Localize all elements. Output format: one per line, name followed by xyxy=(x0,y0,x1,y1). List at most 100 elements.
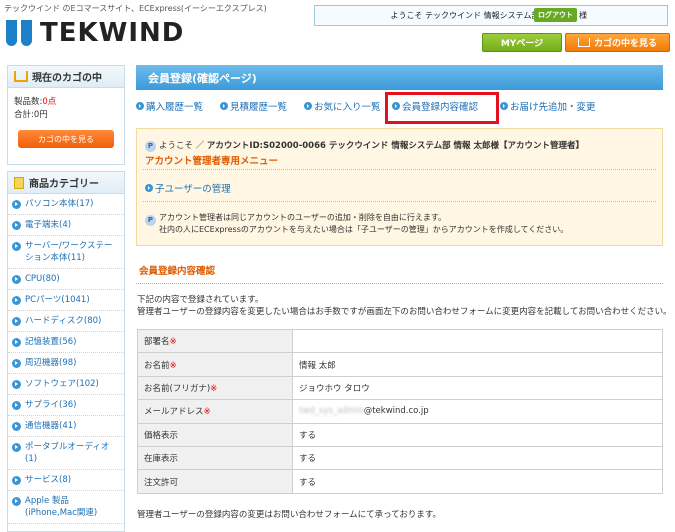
nav-delivery[interactable]: お届け先追加・変更 xyxy=(500,99,596,113)
category-item[interactable]: ハードディスク(80) xyxy=(8,311,124,332)
arrow-bullet-icon xyxy=(12,199,21,209)
arrow-bullet-icon xyxy=(12,358,21,368)
sidebar-cart-panel: 現在のカゴの中 製品数:0点 合計:0円 カゴの中を見る xyxy=(7,65,125,165)
category-item[interactable]: サービス(8) xyxy=(8,470,124,491)
logo-mark-icon xyxy=(6,20,34,46)
admin-note-line: 社内の人にECExpressのアカウントを与えたい場合は「子ユーザーの管理」から… xyxy=(159,225,569,234)
category-label: 通信機器(41) xyxy=(25,421,77,431)
field-label: 部署名※ xyxy=(137,328,293,354)
category-label: サプライ(36) xyxy=(25,400,77,410)
category-item[interactable]: 電子端末(4) xyxy=(8,215,124,236)
nav-label: 見積履歴一覧 xyxy=(230,102,288,113)
arrow-bullet-icon xyxy=(12,295,21,305)
table-row: お名前※ 情報 太郎 xyxy=(137,352,663,377)
category-label: PCパーツ(1041) xyxy=(25,295,90,305)
arrow-bullet-icon xyxy=(12,274,21,284)
child-user-link[interactable]: 子ユーザーの管理 xyxy=(145,181,231,195)
section-title: 会員登録内容確認 xyxy=(136,263,663,284)
cart-total-value: 0円 xyxy=(33,110,48,120)
category-item[interactable]: Apple 製品 (iPhone,Mac関連) xyxy=(8,491,124,524)
cart-count-value: 0点 xyxy=(42,97,57,107)
arrow-bullet-icon xyxy=(12,316,21,326)
sidebar-view-cart-button[interactable]: カゴの中を見る xyxy=(18,130,114,148)
category-item[interactable]: サーバー/ワークステーション本体(11) xyxy=(8,236,124,269)
category-item[interactable]: サプライ(36) xyxy=(8,395,124,416)
tekwind-logo[interactable]: TEKWIND xyxy=(6,18,184,48)
logo-text: TEKWIND xyxy=(40,18,185,48)
category-item[interactable]: 周辺機器(98) xyxy=(8,353,124,374)
category-label: ソフトウェア(102) xyxy=(25,379,99,389)
child-user-label: 子ユーザーの管理 xyxy=(155,184,231,195)
cart-total-label: 合計: xyxy=(14,110,34,120)
arrow-bullet-icon xyxy=(304,102,312,110)
arrow-bullet-icon xyxy=(12,220,21,230)
field-label: 在庫表示 xyxy=(137,445,293,471)
table-row: 注文許可 する xyxy=(137,469,663,494)
highlight-box xyxy=(385,92,499,124)
category-item[interactable]: CPU(80) xyxy=(8,269,124,290)
p-icon: P xyxy=(145,215,156,226)
required-mark: ※ xyxy=(203,407,211,418)
table-row: 部署名※ xyxy=(137,328,663,354)
table-row: 価格表示 する xyxy=(137,422,663,447)
sidebar-cart-header: 現在のカゴの中 xyxy=(8,66,124,88)
admin-note: P アカウント管理者は同じアカウントのユーザーの追加・削除を自由に行えます。 社… xyxy=(145,212,568,236)
category-label: サーバー/ワークステーション本体(11) xyxy=(25,241,113,263)
nav-label: お気に入り一覧 xyxy=(314,102,381,113)
admin-panel: P ようこそ ／ アカウントID:S02000-0066 テックウインド 情報シス… xyxy=(136,128,663,246)
my-page-label: MYページ xyxy=(500,39,544,49)
arrow-bullet-icon xyxy=(500,102,508,110)
arrow-bullet-icon xyxy=(145,184,153,192)
admin-menu-title: アカウント管理者専用メニュー xyxy=(145,156,279,167)
category-item[interactable]: 通信機器(41) xyxy=(8,416,124,437)
arrow-bullet-icon xyxy=(136,102,144,110)
category-item[interactable]: ソフトウェア(102) xyxy=(8,374,124,395)
field-value: 情報 太郎 xyxy=(292,352,663,377)
divider xyxy=(143,201,656,202)
field-label: お名前※ xyxy=(137,352,293,377)
category-title: 商品カテゴリー xyxy=(29,179,99,190)
field-value: twd_sys_admin@tekwind.co.jp xyxy=(292,399,663,424)
field-label: 注文許可 xyxy=(137,469,293,494)
intro-text: 下記の内容で登録されています。 管理者ユーザーの登録内容を変更したい場合はお手数… xyxy=(137,294,672,318)
category-item[interactable]: PCパーツ(1041) xyxy=(8,290,124,311)
required-mark: ※ xyxy=(210,383,218,394)
field-label: メールアドレス※ xyxy=(137,399,293,424)
my-page-button[interactable]: MYページ xyxy=(482,33,562,52)
category-label: パソコン本体(17) xyxy=(25,199,94,209)
p-icon: P xyxy=(145,141,156,152)
account-info: P ようこそ ／ アカウントID:S02000-0066 テックウインド 情報シス… xyxy=(145,139,584,152)
account-id: アカウントID:S02000-0066 テックウインド 情報システム部 情報 太… xyxy=(206,141,584,151)
cart-total: 合計:0円 xyxy=(14,109,118,122)
main-content: 会員登録(確認ページ) xyxy=(136,65,663,90)
logout-button[interactable]: ログアウト xyxy=(534,8,577,22)
field-value: する xyxy=(292,469,663,494)
required-mark: ※ xyxy=(169,337,177,348)
category-item[interactable]: 記憶装置(56) xyxy=(8,332,124,353)
field-value: ジョウホウ タロウ xyxy=(292,375,663,401)
category-item[interactable]: パソコン本体(17) xyxy=(8,194,124,215)
cart-count: 製品数:0点 xyxy=(14,96,118,109)
intro-line: 管理者ユーザーの登録内容を変更したい場合はお手数ですが画面左下のお問い合わせフォ… xyxy=(137,307,672,317)
category-label: ポータブルオーディオ(1) xyxy=(25,442,110,464)
field-value xyxy=(292,328,663,354)
arrow-bullet-icon xyxy=(12,421,21,431)
nav-favorites[interactable]: お気に入り一覧 xyxy=(304,99,381,113)
admin-note-line: アカウント管理者は同じアカウントのユーザーの追加・削除を自由に行えます。 xyxy=(159,213,447,222)
arrow-bullet-icon xyxy=(220,102,228,110)
welcome-label: ようこそ ／ xyxy=(159,141,205,151)
view-cart-button[interactable]: カゴの中を見る xyxy=(565,33,670,52)
intro-line: 下記の内容で登録されています。 xyxy=(137,295,264,305)
field-label: 価格表示 xyxy=(137,422,293,447)
category-label: 周辺機器(98) xyxy=(25,358,77,368)
site-tagline: テックウインド のEコマースサイト、ECExpress(イーシーエクスプレス) xyxy=(4,4,267,13)
table-row: お名前(フリガナ)※ ジョウホウ タロウ xyxy=(137,375,663,401)
nav-purchase-history[interactable]: 購入履歴一覧 xyxy=(136,99,203,113)
member-info-table: 部署名※ お名前※ 情報 太郎 お名前(フリガナ)※ ジョウホウ タロウ メール… xyxy=(137,328,663,494)
arrow-bullet-icon xyxy=(12,400,21,410)
table-row: メールアドレス※ twd_sys_admin@tekwind.co.jp xyxy=(137,399,663,424)
category-item[interactable]: ポータブルオーディオ(1) xyxy=(8,437,124,470)
divider xyxy=(143,169,656,170)
nav-quote-history[interactable]: 見積履歴一覧 xyxy=(220,99,287,113)
cart-icon xyxy=(14,71,28,82)
